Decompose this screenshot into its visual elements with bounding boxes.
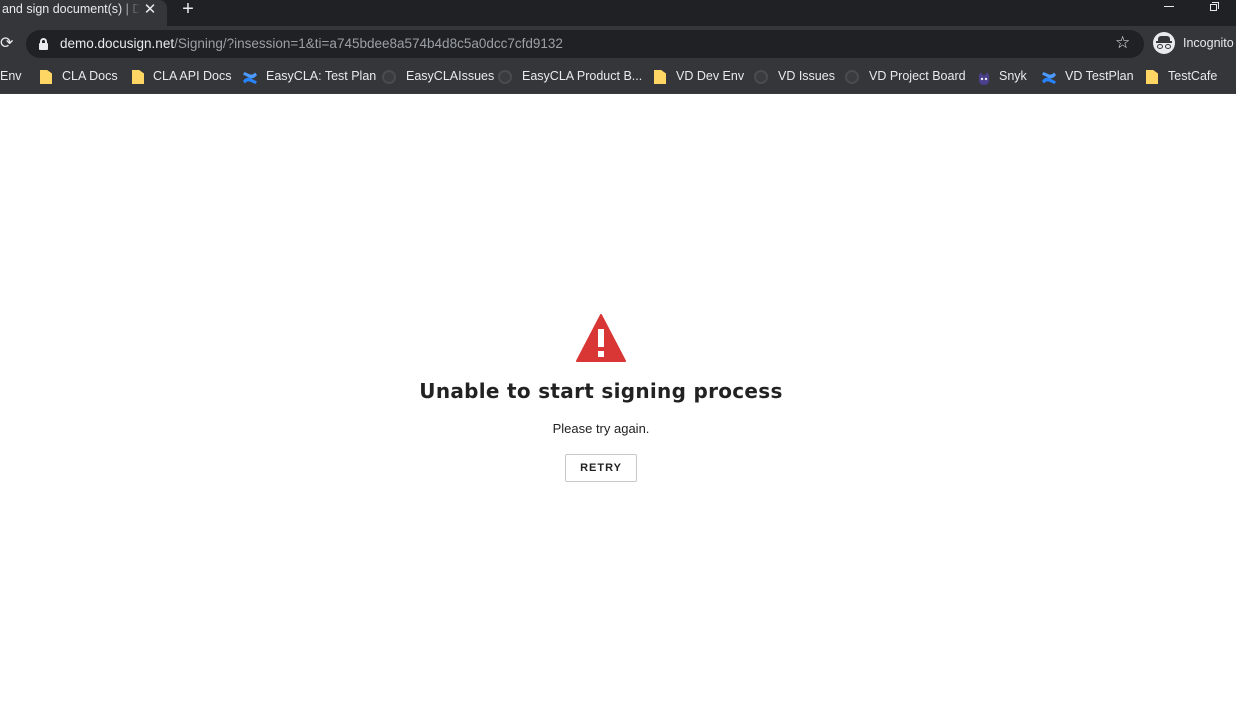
github-icon [845, 70, 859, 84]
browser-toolbar: ⟳ demo.docusign.net/Signing/?insession=1… [0, 26, 1236, 62]
address-bar[interactable]: demo.docusign.net/Signing/?insession=1&t… [26, 30, 1144, 58]
bookmark-item[interactable]: TestCafe [1146, 68, 1221, 88]
bookmark-label: VD Project Board [869, 69, 966, 83]
bookmark-item[interactable]: EasyCLA Product B... [498, 68, 642, 88]
bookmark-item[interactable]: EasyCLAIssues [382, 68, 494, 88]
tab-strip: and sign document(s) | DocuSign ✕ + [0, 0, 1236, 26]
github-icon [754, 70, 768, 84]
bookmark-star-icon[interactable]: ☆ [1115, 33, 1130, 53]
url-path: /Signing/?insession=1&ti=a745bdee8a574b4… [174, 36, 563, 51]
bookmarks-bar: Env CLA Docs CLA API Docs EasyCLA: Test … [0, 62, 1236, 94]
bookmark-label: Env [0, 69, 22, 83]
bookmark-item[interactable]: EasyCLA: Test Plan [242, 68, 376, 88]
warning-icon [576, 314, 626, 362]
folder-icon [132, 70, 144, 84]
folder-icon [1146, 70, 1158, 84]
confluence-icon [242, 70, 257, 84]
error-message: Please try again. [552, 421, 650, 436]
restore-icon[interactable] [1207, 0, 1223, 14]
snyk-icon [976, 70, 990, 85]
folder-icon [40, 70, 52, 84]
plus-icon[interactable]: + [178, 0, 198, 20]
bookmark-label: CLA Docs [62, 69, 118, 83]
page-content: Unable to start signing process Please t… [0, 95, 1236, 701]
bookmark-label: EasyCLA Product B... [522, 69, 643, 83]
github-icon [382, 70, 396, 84]
close-icon[interactable]: ✕ [143, 2, 157, 18]
bookmark-item[interactable]: Env [0, 68, 26, 88]
tab-title: and sign document(s) | DocuSign [2, 2, 140, 16]
browser-tab[interactable]: and sign document(s) | DocuSign ✕ [0, 0, 167, 26]
incognito-icon[interactable] [1153, 32, 1175, 54]
minimize-icon[interactable] [1161, 0, 1177, 14]
bookmark-label: Snyk [999, 69, 1027, 83]
bookmark-label: VD TestPlan [1065, 69, 1134, 83]
bookmark-label: VD Dev Env [676, 69, 745, 83]
url-text: demo.docusign.net/Signing/?insession=1&t… [60, 36, 563, 51]
bookmark-label: TestCafe [1168, 69, 1218, 83]
incognito-label[interactable]: Incognito [1183, 36, 1234, 50]
bookmark-label: VD Issues [778, 69, 835, 83]
lock-icon[interactable] [39, 38, 48, 50]
bookmark-item[interactable]: VD Dev Env [654, 68, 744, 88]
bookmark-label: EasyCLA: Test Plan [266, 69, 377, 83]
bookmark-item[interactable]: Snyk [976, 68, 1031, 88]
bookmark-item[interactable]: CLA Docs [40, 68, 120, 88]
github-icon [498, 70, 512, 84]
bookmark-item[interactable]: CLA API Docs [132, 68, 232, 88]
bookmark-item[interactable]: VD TestPlan [1041, 68, 1136, 88]
bookmark-label: EasyCLAIssues [406, 69, 495, 83]
bookmark-item[interactable]: VD Issues [754, 68, 835, 88]
retry-button[interactable]: RETRY [565, 454, 637, 482]
reload-icon[interactable]: ⟳ [0, 34, 14, 54]
url-host: demo.docusign.net [60, 36, 175, 51]
confluence-icon [1041, 70, 1056, 84]
bookmark-label: CLA API Docs [153, 69, 232, 83]
folder-icon [654, 70, 666, 84]
error-title: Unable to start signing process [419, 379, 783, 403]
bookmark-item[interactable]: VD Project Board [845, 68, 966, 88]
